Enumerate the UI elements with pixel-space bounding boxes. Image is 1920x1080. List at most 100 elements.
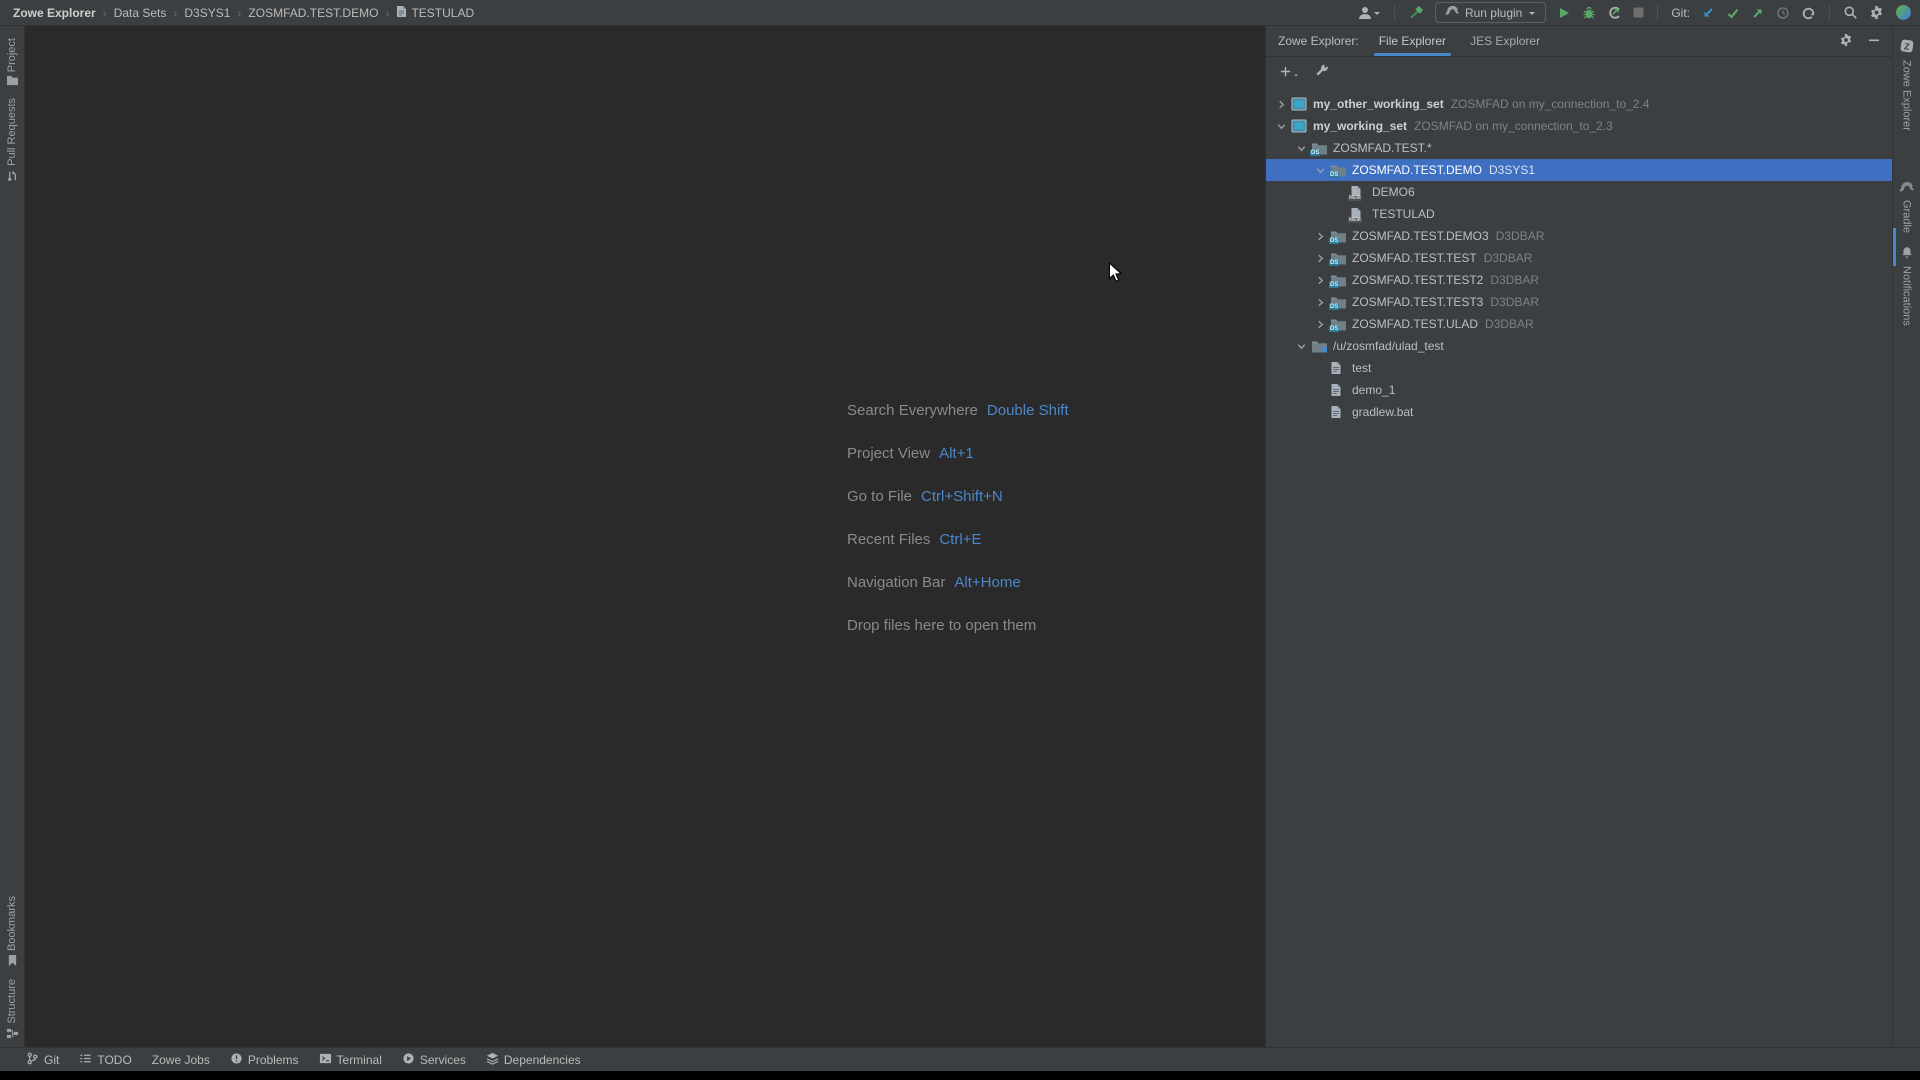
toolwindow-button-gradle[interactable]: Gradle (1899, 181, 1914, 233)
chevron-collapsed-icon[interactable] (1311, 231, 1330, 242)
tree-row[interactable]: DSZOSMFAD.TEST.DEMO3D3DBAR (1266, 225, 1892, 247)
dataset-folder-icon: DS (1330, 296, 1348, 309)
terminal-icon (319, 1052, 332, 1068)
run-button[interactable] (1557, 2, 1571, 24)
wrench-settings-icon[interactable] (1315, 63, 1329, 80)
todo-list-icon (79, 1052, 92, 1068)
application-window: Zowe Explorer › Data Sets › D3SYS1 › ZOS… (0, 0, 1920, 1080)
tree-row[interactable]: DSZOSMFAD.TEST.TESTD3DBAR (1266, 247, 1892, 269)
breadcrumb: Zowe Explorer › Data Sets › D3SYS1 › ZOS… (13, 5, 474, 21)
toolwindow-button-project[interactable]: Project (6, 38, 19, 89)
tree-row[interactable]: my_other_working_setZOSMFAD on my_connec… (1266, 93, 1892, 115)
problems-icon (230, 1052, 243, 1068)
tree-row[interactable]: test (1266, 357, 1892, 379)
tree-item-label: my_working_set (1313, 119, 1407, 133)
toolbar-separator (1394, 5, 1395, 21)
tree-item-label: ZOSMFAD.TEST.ULAD (1352, 317, 1478, 331)
breadcrumb-item[interactable]: Zowe Explorer (13, 6, 96, 20)
user-account-icon[interactable] (1357, 2, 1381, 24)
rollback-icon[interactable] (1801, 2, 1816, 24)
icon-badge: DS (1329, 326, 1339, 332)
icon-badge: DS (1329, 304, 1339, 310)
chevron-collapsed-icon[interactable] (1272, 99, 1291, 110)
toolbar-separator (1657, 5, 1658, 21)
chevron-expanded-icon[interactable] (1311, 165, 1330, 176)
chevron-collapsed-icon[interactable] (1311, 275, 1330, 286)
chevron-collapsed-icon[interactable] (1311, 319, 1330, 330)
status-item-todo[interactable]: TODO (79, 1052, 131, 1068)
settings-gear-icon[interactable] (1869, 2, 1884, 24)
project-folder-icon (6, 75, 19, 89)
tree-row[interactable]: DSZOSMFAD.TEST.ULADD3DBAR (1266, 313, 1892, 335)
status-item-services[interactable]: Services (402, 1052, 466, 1068)
profiler-button[interactable] (1607, 2, 1622, 24)
git-update-icon[interactable] (1701, 2, 1715, 24)
tree-item-label: DEMO6 (1372, 185, 1415, 199)
toolwindow-button-structure[interactable]: Structure (6, 979, 19, 1043)
tree-row[interactable]: DSZOSMFAD.TEST.TEST3D3DBAR (1266, 291, 1892, 313)
git-commit-icon[interactable] (1726, 2, 1740, 24)
tab-jes-explorer[interactable]: JES Explorer (1470, 26, 1540, 56)
chevron-collapsed-icon[interactable] (1311, 253, 1330, 264)
shortcut-label: Navigation Bar (847, 574, 945, 591)
tab-file-explorer[interactable]: File Explorer (1379, 26, 1446, 56)
icon-badge: MEM (1348, 218, 1362, 223)
toolwindow-button-bookmarks[interactable]: Bookmarks (6, 896, 18, 970)
chevron-down-icon (1528, 6, 1536, 20)
uss-file-icon (1330, 383, 1348, 397)
git-label: Git: (1671, 6, 1690, 20)
run-configuration-select[interactable]: Run plugin (1435, 2, 1546, 23)
status-item-terminal[interactable]: Terminal (319, 1052, 382, 1068)
services-icon (402, 1052, 415, 1068)
tree-row[interactable]: DSZOSMFAD.TEST.TEST2D3DBAR (1266, 269, 1892, 291)
history-clock-icon (1776, 2, 1790, 24)
status-item-problems[interactable]: Problems (230, 1052, 299, 1068)
toolbar-actions: Run plugin Git: (1357, 2, 1912, 24)
tree-item-label: ZOSMFAD.TEST.* (1333, 141, 1432, 155)
toolwindow-label: Pull Requests (6, 98, 18, 166)
tree-item-suffix: D3DBAR (1484, 251, 1533, 265)
icon-badge: DS (1329, 172, 1339, 178)
debug-button[interactable] (1582, 2, 1596, 24)
toolbar-separator (1829, 5, 1830, 21)
toolwindow-label: Gradle (1901, 200, 1913, 233)
breadcrumb-item[interactable]: TESTULAD (396, 5, 474, 21)
toolwindow-button-zowe-explorer[interactable]: Z Zowe Explorer (1899, 38, 1915, 131)
panel-settings-gear-icon[interactable] (1839, 33, 1853, 50)
chevron-collapsed-icon[interactable] (1311, 297, 1330, 308)
tree-row[interactable]: MEMTESTULAD (1266, 203, 1892, 225)
dataset-folder-icon: DS (1330, 318, 1348, 331)
toolwindow-button-notifications[interactable]: Notifications (1900, 245, 1914, 326)
tree-row[interactable]: DSZOSMFAD.TEST.DEMOD3SYS1 (1266, 159, 1892, 181)
status-item-git[interactable]: Git (26, 1052, 59, 1068)
git-push-icon[interactable] (1751, 2, 1765, 24)
panel-tabs: File Explorer JES Explorer (1379, 26, 1540, 56)
chevron-expanded-icon[interactable] (1292, 143, 1311, 154)
breadcrumb-item[interactable]: ZOSMFAD.TEST.DEMO (248, 6, 378, 20)
status-item-zowe-jobs[interactable]: Zowe Jobs (152, 1053, 210, 1067)
tree-item-label: test (1352, 361, 1371, 375)
tree-row[interactable]: MEMDEMO6 (1266, 181, 1892, 203)
search-everywhere-icon[interactable] (1843, 2, 1858, 24)
tree-row[interactable]: my_working_setZOSMFAD on my_connection_t… (1266, 115, 1892, 137)
build-hammer-icon[interactable] (1408, 2, 1424, 24)
toolwindow-label: Structure (6, 979, 18, 1024)
tree-row[interactable]: DSZOSMFAD.TEST.* (1266, 137, 1892, 159)
editor-area[interactable]: Search EverywhereDouble Shift Project Vi… (25, 26, 1265, 1047)
panel-minimize-icon[interactable] (1868, 34, 1880, 49)
breadcrumb-item[interactable]: D3SYS1 (184, 6, 230, 20)
add-icon[interactable] (1279, 65, 1299, 78)
chevron-expanded-icon[interactable] (1292, 341, 1311, 352)
toolwindow-label: Project (6, 38, 18, 72)
profile-avatar[interactable] (1895, 2, 1912, 24)
status-item-dependencies[interactable]: Dependencies (486, 1052, 581, 1068)
dataset-folder-icon: DS (1330, 230, 1348, 243)
uss-file-icon (1330, 361, 1348, 375)
tree-row[interactable]: /u/zosmfad/ulad_test (1266, 335, 1892, 357)
toolwindow-button-pull-requests[interactable]: Pull Requests (6, 98, 19, 185)
icon-badge: DS (1329, 238, 1339, 244)
tree-row[interactable]: demo_1 (1266, 379, 1892, 401)
tree-row[interactable]: gradlew.bat (1266, 401, 1892, 423)
chevron-expanded-icon[interactable] (1272, 121, 1291, 132)
breadcrumb-item[interactable]: Data Sets (114, 6, 167, 20)
